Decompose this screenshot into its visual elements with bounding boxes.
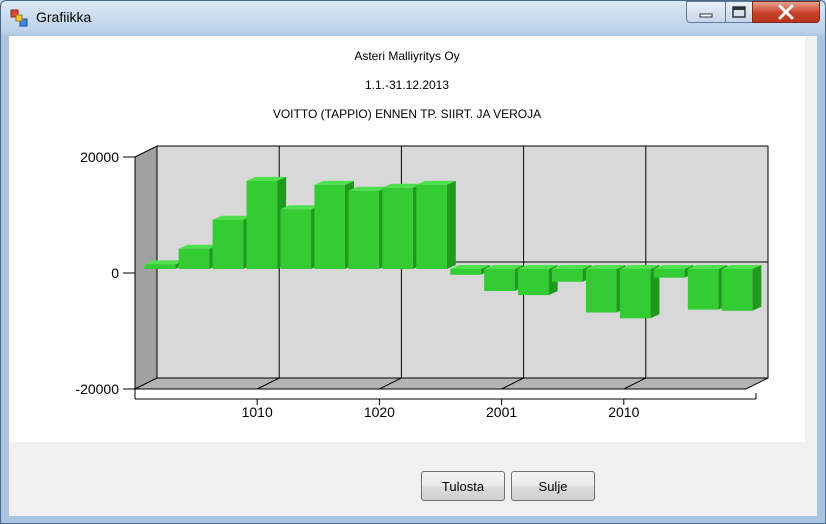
bar xyxy=(552,269,583,282)
minimize-button[interactable] xyxy=(686,1,726,23)
x-axis-tick-label: 1020 xyxy=(364,404,395,420)
bar xyxy=(653,269,685,278)
bar xyxy=(314,184,345,269)
y-axis-tick-label: -20000 xyxy=(75,381,119,397)
bar xyxy=(721,269,753,311)
app-icon xyxy=(10,9,28,27)
close-window-button[interactable] xyxy=(752,1,820,23)
y-axis-tick-label: 0 xyxy=(111,265,119,281)
bar xyxy=(687,269,719,310)
x-axis-tick-label: 2001 xyxy=(486,404,517,420)
bar xyxy=(246,180,278,269)
close-icon xyxy=(778,4,794,20)
bar xyxy=(518,269,549,296)
window-title: Grafiikka xyxy=(36,9,92,25)
bar xyxy=(585,269,617,313)
bar xyxy=(144,264,176,269)
minimize-icon xyxy=(699,13,713,18)
maximize-button[interactable] xyxy=(725,1,753,23)
bar xyxy=(382,187,413,269)
bar xyxy=(280,209,312,269)
chart-floor xyxy=(134,377,769,390)
bar xyxy=(416,184,447,269)
y-axis-tick-label: 20000 xyxy=(80,149,119,165)
print-button[interactable]: Tulosta xyxy=(421,471,505,501)
close-button[interactable]: Sulje xyxy=(511,471,595,501)
bar xyxy=(450,269,481,275)
maximize-icon xyxy=(732,6,746,18)
bar-chart: 20000 0 -20000 1010 1020 2001 2010 xyxy=(75,145,769,420)
x-axis-tick-label: 2010 xyxy=(608,404,639,420)
title-bar[interactable]: Grafiikka xyxy=(0,0,826,36)
bar xyxy=(348,190,379,269)
bar xyxy=(178,248,210,269)
bar xyxy=(484,269,515,292)
x-axis-tick-label: 1010 xyxy=(242,404,273,420)
client-area: Asteri Malliyritys Oy 1.1.-31.12.2013 VO… xyxy=(9,36,817,516)
bar-side xyxy=(446,180,456,269)
bar-side xyxy=(752,265,762,311)
bar xyxy=(212,219,244,269)
bar xyxy=(619,269,651,319)
chart-panel: Asteri Malliyritys Oy 1.1.-31.12.2013 VO… xyxy=(9,36,805,442)
